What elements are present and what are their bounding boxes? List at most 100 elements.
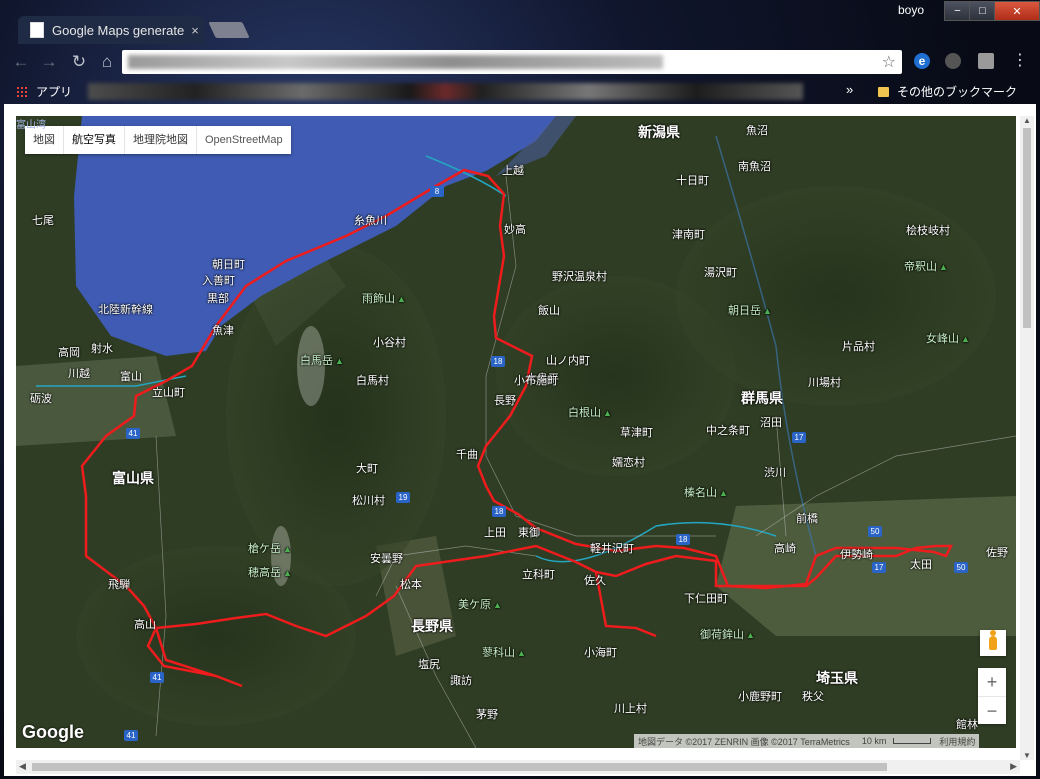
place-label-text: 塩尻 [418, 659, 440, 671]
mountain-icon: ▲ [283, 568, 292, 578]
user-name[interactable]: boyo [898, 3, 924, 17]
place-label: 津南町 [672, 226, 705, 242]
route-shield-icon: 17 [792, 432, 806, 443]
place-label-text: 川場村 [808, 377, 841, 389]
route-shield-icon: 18 [491, 356, 505, 367]
prefecture-label-text: 新潟県 [638, 124, 680, 140]
satellite-map[interactable]: 地図 航空写真 地理院地図 OpenStreetMap 新潟県 富山県 長野県 群馬県… [16, 116, 1016, 748]
horizontal-scroll-thumb[interactable] [32, 763, 887, 771]
place-label-text: 小鹿野町 [738, 691, 782, 703]
maximize-button[interactable]: □ [969, 1, 996, 21]
minimize-button[interactable]: − [944, 1, 971, 21]
place-label: 軽井沢町 [590, 540, 634, 556]
place-label: 砺波 [30, 390, 52, 406]
mountain-label-text: 御荷鉾山 [700, 629, 744, 641]
mountain-label: 女峰山 ▲ [926, 330, 970, 346]
place-label-text: 伊勢崎 [840, 549, 873, 561]
place-label: 七尾 [32, 212, 54, 228]
mountain-label: 御荷鉾山 ▲ [700, 626, 755, 642]
map-type-satellite[interactable]: 航空写真 [64, 126, 125, 154]
mountain-icon: ▲ [603, 408, 612, 418]
map-type-osm[interactable]: OpenStreetMap [197, 126, 291, 154]
place-label-text: 朝日町 [212, 259, 245, 271]
mountain-label-text: 白馬岳 [300, 355, 333, 367]
place-label: 立科町 [522, 566, 555, 582]
place-label: 伊勢崎 [840, 546, 873, 562]
place-label-text: 大町 [356, 463, 378, 475]
prefecture-label-text: 長野県 [411, 618, 453, 634]
menu-dots-icon[interactable]: ⋮ [1012, 50, 1028, 70]
place-label: 糸魚川 [354, 212, 387, 228]
back-arrow-icon[interactable]: ← [10, 52, 32, 72]
extension-circle-icon[interactable] [945, 53, 961, 69]
extension-square-icon[interactable] [978, 53, 994, 69]
address-bar[interactable]: ☆ [122, 50, 902, 74]
zoom-in-button[interactable]: + [978, 668, 1006, 697]
horizontal-scrollbar[interactable]: ◀ ▶ [16, 760, 1020, 774]
place-label: 前橋 [796, 510, 818, 526]
reload-icon[interactable]: ↻ [68, 52, 90, 72]
mountain-icon: ▲ [517, 648, 526, 658]
vertical-scroll-thumb[interactable] [1023, 128, 1031, 328]
place-label-text: 沼田 [760, 417, 782, 429]
map-type-gsi[interactable]: 地理院地図 [125, 126, 197, 154]
place-label-text: 魚津 [212, 325, 234, 337]
page-icon [30, 22, 44, 38]
prefecture-label-text: 埼玉県 [816, 670, 858, 686]
mountain-label-text: 帝釈山 [904, 261, 937, 273]
close-tab-icon[interactable]: × [186, 23, 204, 38]
mountain-label-text: 女峰山 [926, 333, 959, 345]
close-window-button[interactable]: ✕ [994, 1, 1040, 21]
pegman-icon [989, 630, 997, 650]
place-label-text: 立科町 [522, 569, 555, 581]
place-label: 飛騨 [108, 576, 130, 592]
place-label: 佐久 [584, 572, 606, 588]
apps-shortcut[interactable]: アプリ [16, 83, 72, 100]
scroll-right-icon[interactable]: ▶ [1010, 761, 1017, 772]
mountain-icon: ▲ [961, 334, 970, 344]
prefecture-label: 埼玉県 [816, 668, 858, 688]
mountain-icon: ▲ [763, 306, 772, 316]
street-view-pegman[interactable] [980, 630, 1006, 656]
forward-arrow-icon[interactable]: → [38, 52, 60, 72]
prefecture-label: 長野県 [411, 616, 453, 636]
vertical-scrollbar[interactable]: ▲ ▼ [1020, 116, 1034, 760]
attribution-text: 地図データ ©2017 ZENRIN 画像 ©2017 TerraMetrics [638, 736, 850, 747]
place-label-text: 高山 [134, 619, 156, 631]
mountain-label: 雨飾山 ▲ [362, 290, 406, 306]
place-label-text: 山ノ内町 [546, 355, 590, 367]
place-label-text: 佐久 [584, 575, 606, 587]
other-bookmarks-folder[interactable]: その他のブックマーク [878, 83, 1017, 100]
home-icon[interactable]: ⌂ [96, 52, 118, 72]
route-shield-icon: 41 [150, 672, 164, 683]
place-label: 中之条町 [706, 422, 750, 438]
place-label-text: 千曲 [456, 449, 478, 461]
scroll-up-icon[interactable]: ▲ [1020, 116, 1034, 125]
place-label-text: 安曇野 [370, 553, 403, 565]
prefecture-label: 富山県 [112, 468, 154, 488]
prefecture-label-text: 富山県 [112, 470, 154, 486]
extension-e-icon[interactable]: e [914, 53, 930, 69]
place-label: 北陸新幹線 [98, 301, 153, 317]
mountain-label: 穂高岳 ▲ [248, 564, 292, 580]
place-label: 川上村 [614, 700, 647, 716]
mountain-label-text: 白根山 [568, 407, 601, 419]
more-bookmarks-button[interactable]: » [846, 82, 853, 97]
tab-google-maps[interactable]: Google Maps generate × [18, 16, 204, 44]
mountain-label-text: 穂高岳 [248, 567, 281, 579]
zoom-out-button[interactable]: − [978, 697, 1006, 725]
scroll-left-icon[interactable]: ◀ [19, 761, 26, 772]
place-label-text: 諏訪 [450, 675, 472, 687]
prefecture-label: 群馬県 [741, 388, 783, 408]
place-label-text: 飛騨 [108, 579, 130, 591]
bookmark-star-icon[interactable]: ☆ [882, 52, 896, 72]
place-label: 草津町 [620, 424, 653, 440]
place-label: 高山 [134, 616, 156, 632]
mountain-label: 白馬岳 ▲ [300, 352, 344, 368]
new-tab-button[interactable] [208, 22, 250, 38]
terms-link[interactable]: 利用規約 [935, 735, 979, 748]
place-label-text: 渋川 [764, 467, 786, 479]
scroll-down-icon[interactable]: ▼ [1020, 751, 1034, 760]
place-label-text: 七尾 [32, 215, 54, 227]
place-label: 沼田 [760, 414, 782, 430]
